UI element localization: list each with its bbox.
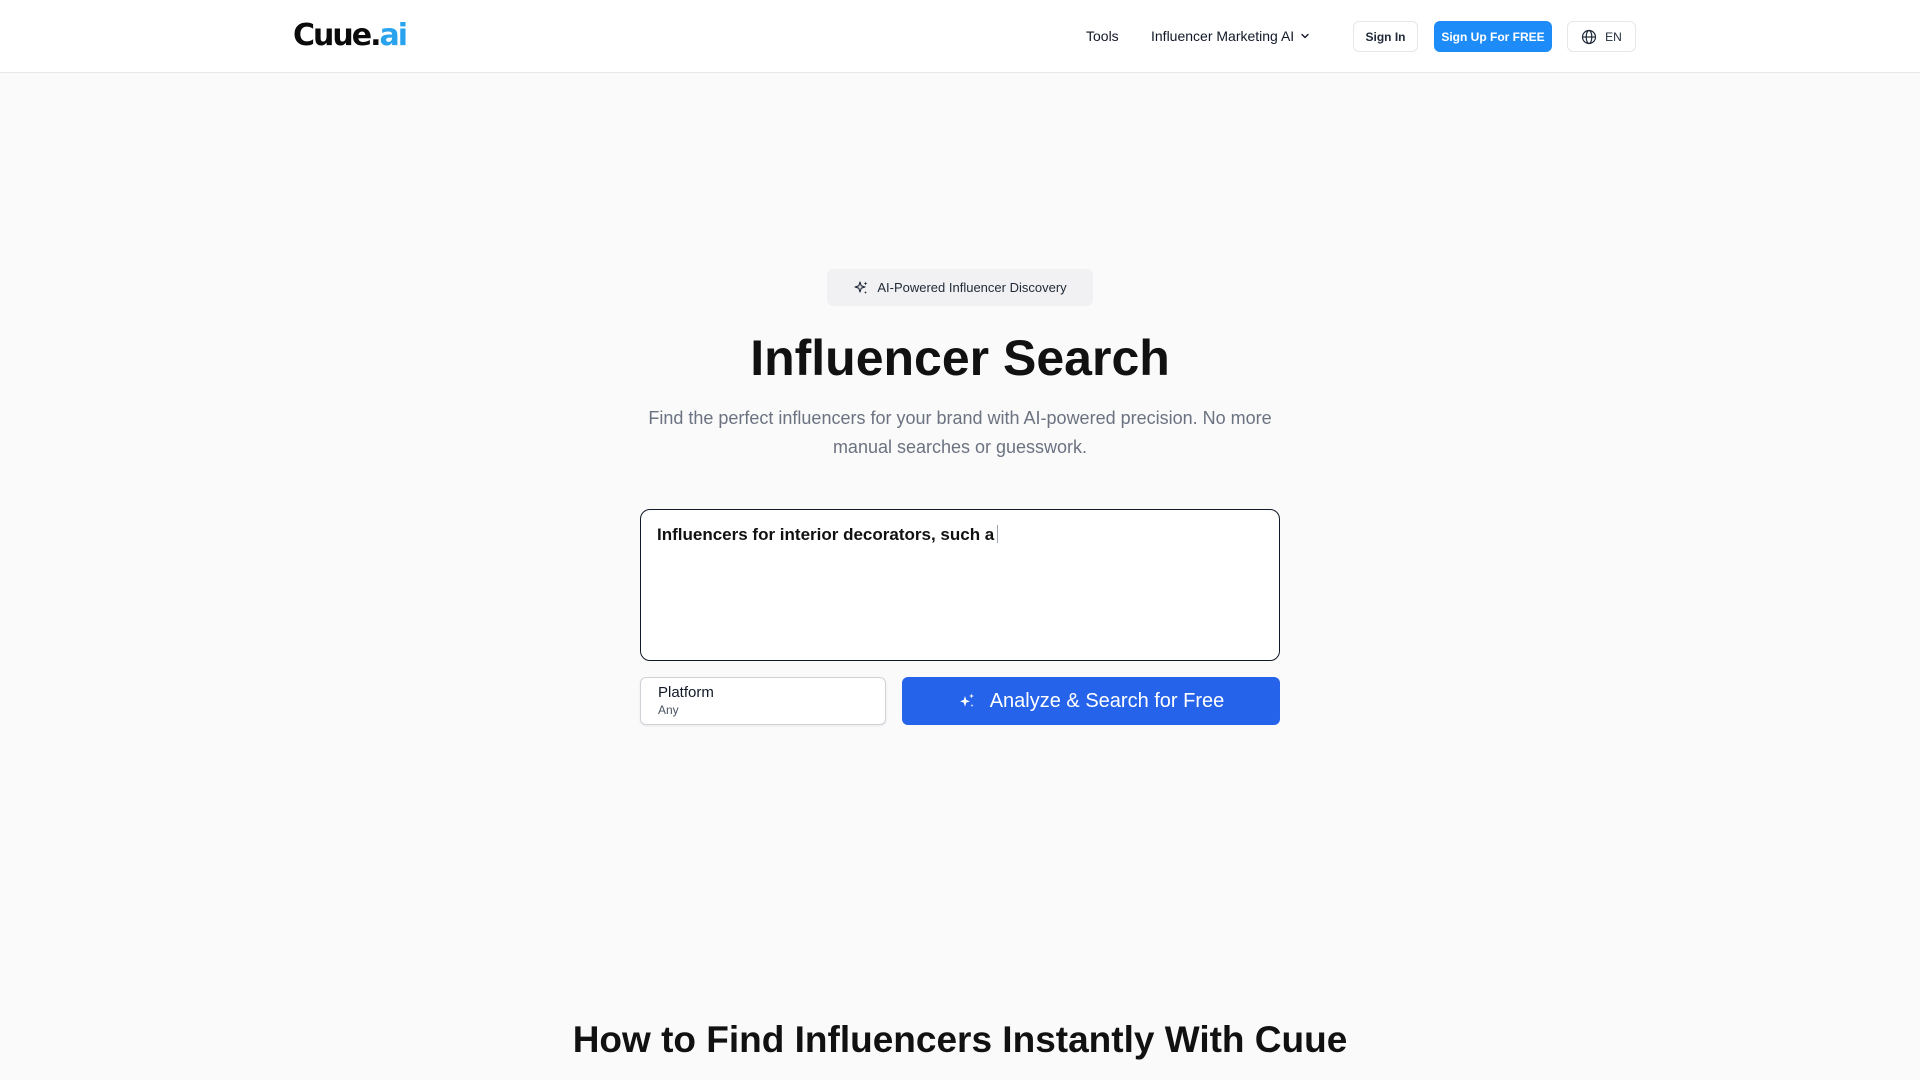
nav-influencer-marketing-ai-label: Influencer Marketing AI bbox=[1151, 28, 1295, 44]
analyze-search-button-label: Analyze & Search for Free bbox=[989, 689, 1225, 712]
logo-main: Cuue. bbox=[293, 18, 381, 53]
section-title: How to Find Influencers Instantly With C… bbox=[572, 1019, 1348, 1060]
platform-select-label: Platform bbox=[658, 684, 714, 701]
sign-up-button[interactable]: Sign Up For FREE bbox=[1434, 21, 1552, 52]
analyze-search-button[interactable]: Analyze & Search for Free bbox=[902, 677, 1280, 725]
search-input-value: Influencers for interior decorators, suc… bbox=[657, 525, 995, 544]
chevron-down-icon bbox=[1301, 33, 1309, 39]
language-label: EN bbox=[1605, 29, 1622, 44]
search-input[interactable]: Influencers for interior decorators, suc… bbox=[640, 509, 1280, 661]
nav-tools[interactable]: Tools bbox=[1086, 25, 1119, 47]
globe-icon bbox=[1582, 29, 1597, 44]
hero-badge-label: AI-Powered Influencer Discovery bbox=[877, 280, 1067, 295]
platform-select[interactable]: Platform Any bbox=[640, 677, 886, 725]
platform-select-value: Any bbox=[658, 703, 679, 717]
sign-in-button[interactable]: Sign In bbox=[1353, 21, 1418, 52]
page-title: Influencer Search bbox=[750, 330, 1170, 386]
text-caret bbox=[997, 525, 999, 543]
hero-subtitle: Find the perfect influencers for your br… bbox=[648, 408, 1272, 457]
nav-influencer-marketing-ai[interactable]: Influencer Marketing AI bbox=[1151, 25, 1310, 47]
logo-accent: ai bbox=[379, 18, 407, 53]
hero-badge: AI-Powered Influencer Discovery bbox=[827, 269, 1093, 306]
logo[interactable]: Cuue.ai bbox=[293, 18, 408, 54]
language-selector[interactable]: EN bbox=[1567, 21, 1636, 52]
sparkles-icon bbox=[959, 693, 974, 707]
site-header: Cuue.ai Tools Influencer Marketing AI Si… bbox=[0, 0, 1920, 73]
sparkles-icon bbox=[854, 280, 868, 294]
